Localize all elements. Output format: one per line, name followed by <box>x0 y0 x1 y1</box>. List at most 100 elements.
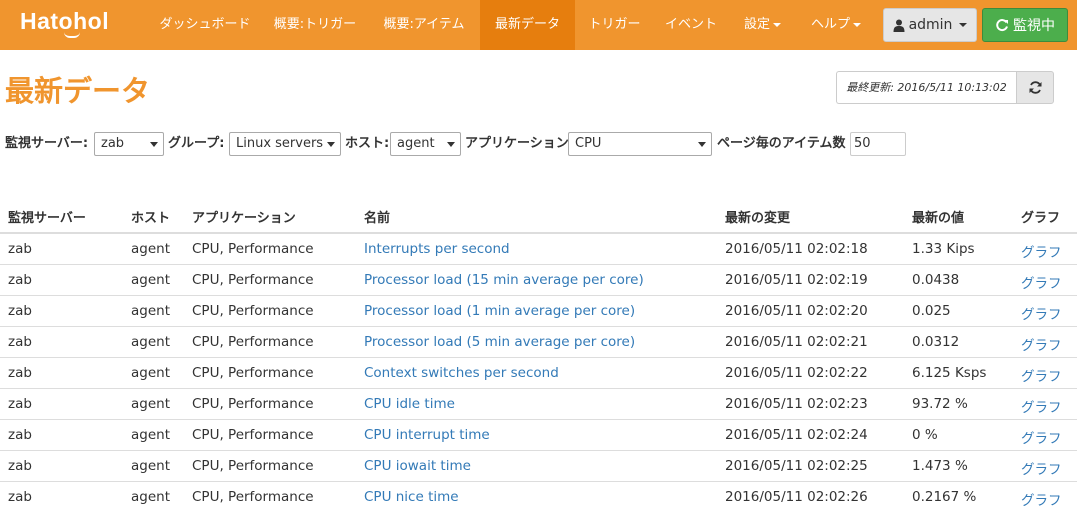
last-update-label: 最終更新: 2016/5/11 10:13:02 <box>836 71 1016 104</box>
refresh-icon <box>996 19 1008 31</box>
host-filter-value: agent <box>397 136 435 151</box>
column-header-last-change[interactable]: 最新の変更 <box>725 207 790 226</box>
table-row: zab agent CPU, Performance CPU nice time… <box>0 481 1077 511</box>
cell-application: CPU, Performance <box>192 334 314 350</box>
item-name-link[interactable]: CPU interrupt time <box>364 427 490 443</box>
table-row: zab agent CPU, Performance Processor loa… <box>0 326 1077 357</box>
cell-application: CPU, Performance <box>192 427 314 443</box>
graph-link[interactable]: グラフ <box>1021 396 1062 416</box>
host-filter-select[interactable]: agent <box>390 132 461 156</box>
items-per-page-input[interactable]: 50 <box>850 132 906 156</box>
graph-link[interactable]: グラフ <box>1021 489 1062 509</box>
nav-help-label: ヘルプ <box>810 17 850 32</box>
cell-last-value: 1.473 % <box>912 458 968 474</box>
cell-application: CPU, Performance <box>192 458 314 474</box>
cell-application: CPU, Performance <box>192 241 314 257</box>
cell-last-value: 0 % <box>912 427 938 443</box>
brand-logo[interactable]: Hatohol <box>20 8 109 35</box>
cell-last-change: 2016/05/11 02:02:26 <box>725 489 868 505</box>
cell-last-value: 6.125 Ksps <box>912 365 987 381</box>
item-name-link[interactable]: CPU iowait time <box>364 458 471 474</box>
cell-server: zab <box>8 458 32 474</box>
application-filter-select[interactable]: CPU <box>568 132 712 156</box>
column-header-application[interactable]: アプリケーション <box>192 207 296 226</box>
nav-overview-triggers[interactable]: 概要:トリガー <box>262 0 368 50</box>
items-per-page-label: ページ毎のアイテム数 <box>717 136 846 151</box>
cell-server: zab <box>8 365 32 381</box>
graph-link[interactable]: グラフ <box>1021 365 1062 385</box>
cell-host: agent <box>131 272 170 288</box>
row-divider <box>0 264 1077 265</box>
host-filter-label: ホスト: <box>345 136 390 151</box>
cell-application: CPU, Performance <box>192 303 314 319</box>
group-filter-select[interactable]: Linux servers <box>229 132 341 156</box>
monitoring-toggle-button[interactable]: 監視中 <box>982 8 1068 42</box>
caret-down-icon <box>447 142 455 147</box>
server-filter-value: zab <box>101 136 125 151</box>
graph-link[interactable]: グラフ <box>1021 272 1062 292</box>
cell-last-value: 0.025 <box>912 303 951 319</box>
cell-last-change: 2016/05/11 02:02:24 <box>725 427 868 443</box>
group-filter-label: グループ: <box>168 136 225 151</box>
cell-last-change: 2016/05/11 02:02:23 <box>725 396 868 412</box>
brand-smile-icon <box>64 32 80 38</box>
column-header-last-value[interactable]: 最新の値 <box>912 207 964 226</box>
cell-host: agent <box>131 458 170 474</box>
cell-server: zab <box>8 241 32 257</box>
item-name-link[interactable]: CPU idle time <box>364 396 455 412</box>
cell-last-value: 93.72 % <box>912 396 968 412</box>
item-name-link[interactable]: Interrupts per second <box>364 241 510 257</box>
refresh-button[interactable] <box>1016 71 1054 104</box>
navbar: Hatohol ダッシュボード 概要:トリガー 概要:アイテム 最新データ トリ… <box>0 0 1077 50</box>
column-header-name[interactable]: 名前 <box>364 207 390 226</box>
row-divider <box>0 295 1077 296</box>
table-row: zab agent CPU, Performance Processor loa… <box>0 295 1077 326</box>
nav-settings[interactable]: 設定 <box>730 0 795 50</box>
column-header-graph: グラフ <box>1021 211 1061 226</box>
cell-host: agent <box>131 334 170 350</box>
cell-application: CPU, Performance <box>192 272 314 288</box>
row-divider <box>0 357 1077 358</box>
graph-link[interactable]: グラフ <box>1021 241 1062 261</box>
column-header-host[interactable]: ホスト <box>131 207 170 226</box>
item-name-link[interactable]: Processor load (1 min average per core) <box>364 303 635 319</box>
nav-dashboard[interactable]: ダッシュボード <box>150 0 260 50</box>
nav-help[interactable]: ヘルプ <box>800 0 872 50</box>
table-row: zab agent CPU, Performance CPU idle time… <box>0 388 1077 419</box>
item-name-link[interactable]: CPU nice time <box>364 489 459 505</box>
table-row: zab agent CPU, Performance Processor loa… <box>0 264 1077 295</box>
cell-last-change: 2016/05/11 02:02:20 <box>725 303 868 319</box>
cell-last-value: 1.33 Kips <box>912 241 975 257</box>
nav-latest-data[interactable]: 最新データ <box>480 0 575 50</box>
user-menu-button[interactable]: admin <box>883 8 977 42</box>
graph-link[interactable]: グラフ <box>1021 458 1062 478</box>
server-filter-select[interactable]: zab <box>94 132 164 156</box>
row-divider <box>0 450 1077 451</box>
cell-last-change: 2016/05/11 02:02:21 <box>725 334 868 350</box>
graph-link[interactable]: グラフ <box>1021 334 1062 354</box>
item-name-link[interactable]: Processor load (5 min average per core) <box>364 334 635 350</box>
column-header-server[interactable]: 監視サーバー <box>8 207 86 226</box>
cell-application: CPU, Performance <box>192 396 314 412</box>
nav-latest-data-label: 最新データ <box>494 17 560 32</box>
item-name-link[interactable]: Context switches per second <box>364 365 559 381</box>
row-divider <box>0 481 1077 482</box>
item-name-link[interactable]: Processor load (15 min average per core) <box>364 272 644 288</box>
cell-host: agent <box>131 241 170 257</box>
nav-events[interactable]: イベント <box>655 0 727 50</box>
table-row: zab agent CPU, Performance Context switc… <box>0 357 1077 388</box>
nav-overview-items[interactable]: 概要:アイテム <box>370 0 478 50</box>
chevron-down-icon <box>773 22 781 27</box>
cell-server: zab <box>8 272 32 288</box>
cell-server: zab <box>8 489 32 505</box>
graph-link[interactable]: グラフ <box>1021 303 1062 323</box>
graph-link[interactable]: グラフ <box>1021 427 1062 447</box>
row-divider <box>0 388 1077 389</box>
nav-triggers[interactable]: トリガー <box>577 0 652 50</box>
group-filter-value: Linux servers <box>236 136 324 151</box>
application-filter-label: アプリケーション: <box>465 136 574 151</box>
cell-last-value: 0.2167 % <box>912 489 977 505</box>
page-title: 最新データ <box>5 76 151 108</box>
caret-down-icon <box>150 142 158 147</box>
table-row: zab agent CPU, Performance Interrupts pe… <box>0 233 1077 264</box>
